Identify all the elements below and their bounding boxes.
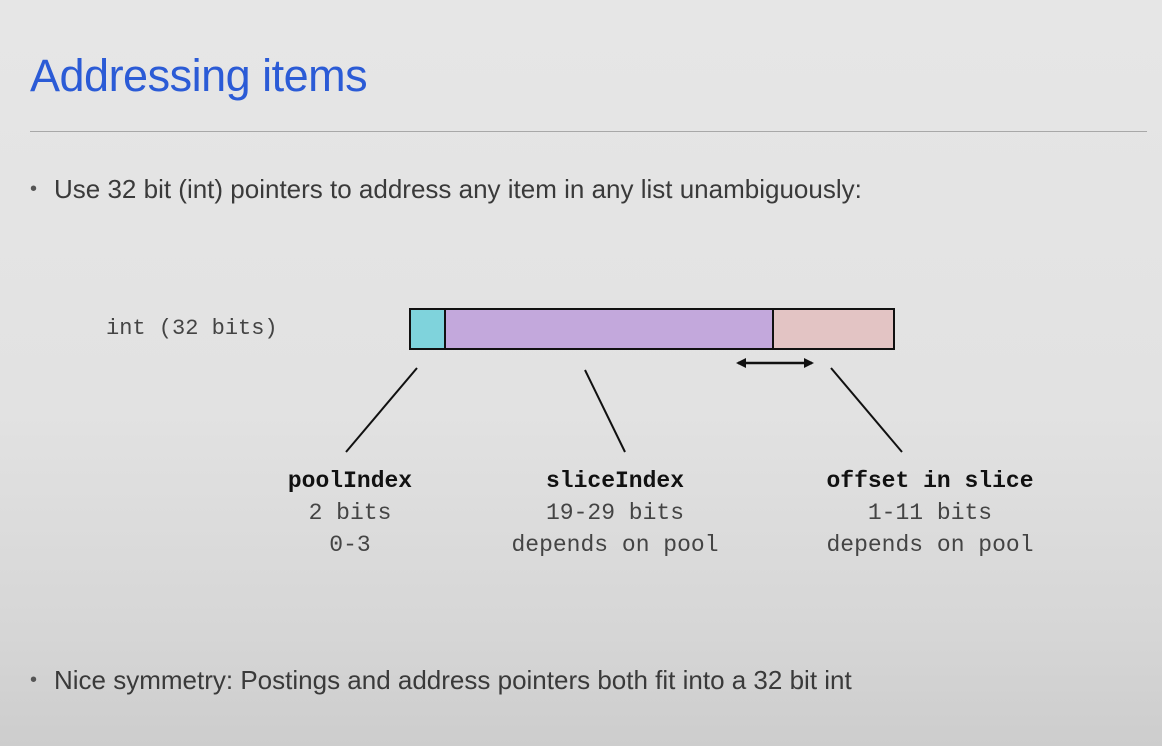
connector-lines bbox=[345, 358, 903, 453]
field-range: depends on pool bbox=[826, 532, 1034, 558]
field-name: sliceIndex bbox=[545, 468, 685, 494]
slice-connector-line bbox=[584, 369, 626, 453]
pool-index-field: poolIndex 2 bits 0-3 bbox=[250, 465, 450, 561]
field-name: poolIndex bbox=[287, 468, 413, 494]
pool-connector-line bbox=[345, 367, 418, 453]
field-bits: 1-11 bits bbox=[867, 500, 993, 526]
offset-in-slice-field: offset in slice 1-11 bits depends on poo… bbox=[780, 465, 1080, 561]
bullet-text: Nice symmetry: Postings and address poin… bbox=[54, 665, 852, 695]
slice-index-field: sliceIndex 19-29 bits depends on pool bbox=[470, 465, 760, 561]
bullet-item: • Nice symmetry: Postings and address poi… bbox=[30, 664, 852, 696]
field-range: depends on pool bbox=[511, 532, 719, 558]
bullet-dot-icon: • bbox=[30, 669, 38, 691]
field-bits: 2 bits bbox=[308, 500, 392, 526]
field-bits: 19-29 bits bbox=[545, 500, 685, 526]
field-name: offset in slice bbox=[826, 468, 1034, 494]
field-range: 0-3 bbox=[329, 532, 371, 558]
offset-connector-line bbox=[830, 367, 903, 453]
